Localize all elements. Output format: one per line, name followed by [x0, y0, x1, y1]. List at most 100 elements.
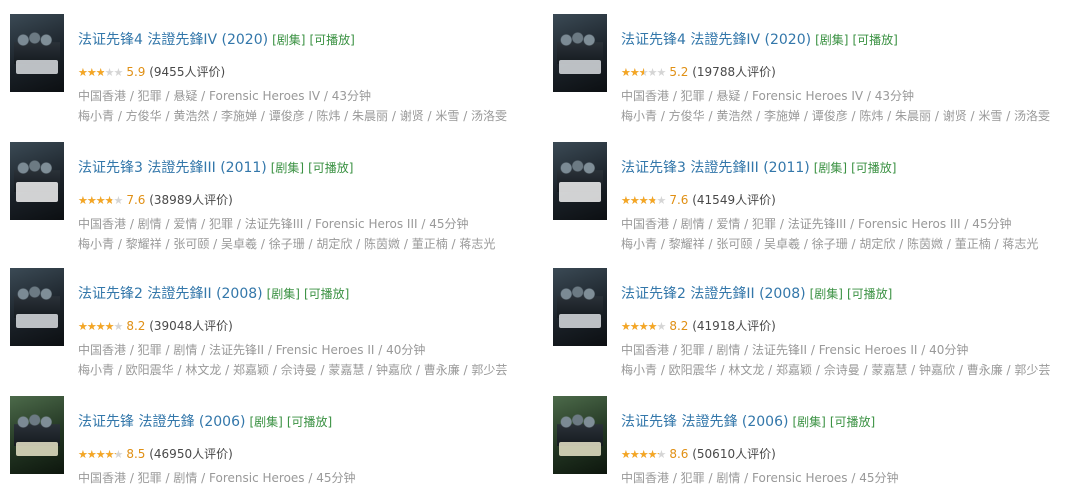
- type-tag[interactable]: [剧集]: [792, 415, 825, 429]
- play-tag[interactable]: [可播放]: [287, 415, 332, 429]
- star-rating-icon: ★★★★★★★★★★: [78, 66, 123, 79]
- poster-thumbnail[interactable]: [10, 396, 64, 474]
- result-meta: 中国香港 / 犯罪 / 剧情 / 法证先锋II / Frensic Heroes…: [621, 343, 969, 357]
- poster-logo: [559, 442, 601, 456]
- result-cast: 梅小青 / 方俊华 / 黄浩然 / 李施婵 / 谭俊彦 / 陈炜 / 朱晨丽 /…: [621, 109, 1051, 123]
- poster-logo: [559, 314, 601, 328]
- result-item: 法证先锋3 法證先鋒III (2011) [剧集] [可播放] ★★★★★★★★★★…: [10, 142, 540, 251]
- rating-row: ★★★★★★★★★★8.6 (50610人评价): [621, 445, 776, 462]
- poster-thumbnail[interactable]: [553, 14, 607, 92]
- poster-thumbnail[interactable]: [10, 142, 64, 220]
- poster-logo: [16, 442, 58, 456]
- type-tag[interactable]: [剧集]: [271, 161, 304, 175]
- rating-score: 5.9: [126, 65, 146, 79]
- poster-thumbnail[interactable]: [10, 14, 64, 92]
- rating-votes: (38989人评价): [149, 193, 233, 207]
- result-meta: 中国香港 / 犯罪 / 剧情 / 法证先锋II / Frensic Heroes…: [78, 343, 426, 357]
- rating-votes: (46950人评价): [149, 447, 233, 461]
- poster-thumbnail[interactable]: [553, 396, 607, 474]
- result-meta: 中国香港 / 剧情 / 爱情 / 犯罪 / 法证先锋III / Forensic…: [621, 217, 1012, 231]
- type-tag[interactable]: [剧集]: [815, 33, 848, 47]
- result-meta: 中国香港 / 犯罪 / 悬疑 / Forensic Heroes IV / 43…: [621, 89, 915, 103]
- play-tag[interactable]: [可播放]: [308, 161, 353, 175]
- poster-art: [557, 24, 603, 64]
- rating-score: 8.2: [126, 319, 146, 333]
- rating-score: 5.2: [669, 65, 689, 79]
- rating-row: ★★★★★★★★★★5.9 (9455人评价): [78, 63, 225, 80]
- poster-logo: [559, 60, 601, 74]
- poster-thumbnail[interactable]: [553, 268, 607, 346]
- type-tag[interactable]: [剧集]: [267, 287, 300, 301]
- result-cast: 梅小青 / 黎耀祥 / 张可颐 / 吴卓羲 / 徐子珊 / 胡定欣 / 陈茵媺 …: [621, 237, 1039, 251]
- title-link[interactable]: 法证先锋2 法證先鋒II (2008): [621, 286, 806, 302]
- result-item: 法证先锋 法證先鋒 (2006) [剧集] [可播放] ★★★★★★★★★★8.5 …: [10, 396, 540, 496]
- result-title: 法证先锋2 法證先鋒II (2008) [剧集] [可播放]: [78, 283, 349, 303]
- rating-votes: (39048人评价): [149, 319, 233, 333]
- rating-row: ★★★★★★★★★★8.2 (41918人评价): [621, 317, 776, 334]
- result-cast: 梅小青 / 欧阳震华 / 林文龙 / 郑嘉颖 / 佘诗曼 / 蒙嘉慧 / 钟嘉欣…: [78, 363, 508, 377]
- rating-row: ★★★★★★★★★★7.6 (41549人评价): [621, 191, 776, 208]
- result-meta: 中国香港 / 剧情 / 爱情 / 犯罪 / 法证先锋III / Forensic…: [78, 217, 469, 231]
- play-tag[interactable]: [可播放]: [847, 287, 892, 301]
- rating-votes: (50610人评价): [692, 447, 776, 461]
- result-cast: 梅小青 / 欧阳震华 / 林文龙 / 郑嘉颖 / 佘诗曼 / 蒙嘉慧 / 钟嘉欣…: [621, 363, 1051, 377]
- play-tag[interactable]: [可播放]: [851, 161, 896, 175]
- poster-thumbnail[interactable]: [10, 268, 64, 346]
- result-item: 法证先锋4 法證先鋒IV (2020) [剧集] [可播放] ★★★★★★★★★★5…: [553, 14, 1080, 123]
- type-tag[interactable]: [剧集]: [249, 415, 282, 429]
- title-link[interactable]: 法证先锋4 法證先鋒IV (2020): [621, 32, 811, 48]
- rating-votes: (41549人评价): [692, 193, 776, 207]
- result-cast: 梅小青 / 方俊华 / 黄浩然 / 李施婵 / 谭俊彦 / 陈炜 / 朱晨丽 /…: [78, 109, 508, 123]
- star-rating-icon: ★★★★★★★★★★: [78, 320, 123, 333]
- play-tag[interactable]: [可播放]: [830, 415, 875, 429]
- poster-logo: [16, 314, 58, 328]
- rating-score: 7.6: [126, 193, 146, 207]
- star-rating-icon: ★★★★★★★★★★: [621, 320, 666, 333]
- result-title: 法证先锋 法證先鋒 (2006) [剧集] [可播放]: [621, 411, 875, 431]
- title-link[interactable]: 法证先锋 法證先鋒 (2006): [78, 414, 245, 430]
- title-link[interactable]: 法证先锋 法證先鋒 (2006): [621, 414, 788, 430]
- result-title: 法证先锋4 法證先鋒IV (2020) [剧集] [可播放]: [78, 29, 355, 49]
- rating-votes: (9455人评价): [149, 65, 226, 79]
- result-item: 法证先锋3 法證先鋒III (2011) [剧集] [可播放] ★★★★★★★★★★…: [553, 142, 1080, 251]
- star-rating-icon: ★★★★★★★★★★: [621, 66, 666, 79]
- rating-row: ★★★★★★★★★★8.2 (39048人评价): [78, 317, 233, 334]
- title-link[interactable]: 法证先锋3 法證先鋒III (2011): [78, 160, 267, 176]
- rating-score: 8.5: [126, 447, 146, 461]
- poster-art: [557, 278, 603, 318]
- result-item: 法证先锋 法證先鋒 (2006) [剧集] [可播放] ★★★★★★★★★★8.6 …: [553, 396, 1080, 496]
- result-cast: 梅小青 / 黎耀祥 / 张可颐 / 吴卓羲 / 徐子珊 / 胡定欣 / 陈茵媺 …: [78, 237, 496, 251]
- poster-logo: [559, 182, 601, 202]
- result-meta: 中国香港 / 犯罪 / 剧情 / Forensic Heroes / 45分钟: [621, 471, 899, 485]
- poster-logo: [16, 182, 58, 202]
- poster-art: [14, 24, 60, 64]
- rating-row: ★★★★★★★★★★8.5 (46950人评价): [78, 445, 233, 462]
- type-tag[interactable]: [剧集]: [272, 33, 305, 47]
- poster-logo: [16, 60, 58, 74]
- result-title: 法证先锋 法證先鋒 (2006) [剧集] [可播放]: [78, 411, 332, 431]
- result-title: 法证先锋3 法證先鋒III (2011) [剧集] [可播放]: [78, 157, 354, 177]
- result-meta: 中国香港 / 犯罪 / 悬疑 / Forensic Heroes IV / 43…: [78, 89, 372, 103]
- type-tag[interactable]: [剧集]: [814, 161, 847, 175]
- play-tag[interactable]: [可播放]: [304, 287, 349, 301]
- result-title: 法证先锋2 法證先鋒II (2008) [剧集] [可播放]: [621, 283, 892, 303]
- title-link[interactable]: 法证先锋3 法證先鋒III (2011): [621, 160, 810, 176]
- rating-score: 7.6: [669, 193, 689, 207]
- star-rating-icon: ★★★★★★★★★★: [621, 194, 666, 207]
- result-meta: 中国香港 / 犯罪 / 剧情 / Forensic Heroes / 45分钟: [78, 471, 356, 485]
- type-tag[interactable]: [剧集]: [810, 287, 843, 301]
- title-link[interactable]: 法证先锋2 法證先鋒II (2008): [78, 286, 263, 302]
- title-link[interactable]: 法证先锋4 法證先鋒IV (2020): [78, 32, 268, 48]
- rating-score: 8.2: [669, 319, 689, 333]
- play-tag[interactable]: [可播放]: [309, 33, 354, 47]
- rating-votes: (19788人评价): [692, 65, 776, 79]
- rating-score: 8.6: [669, 447, 689, 461]
- rating-row: ★★★★★★★★★★5.2 (19788人评价): [621, 63, 776, 80]
- result-item: 法证先锋2 法證先鋒II (2008) [剧集] [可播放] ★★★★★★★★★★8…: [10, 268, 540, 377]
- play-tag[interactable]: [可播放]: [852, 33, 897, 47]
- result-title: 法证先锋3 法證先鋒III (2011) [剧集] [可播放]: [621, 157, 897, 177]
- rating-row: ★★★★★★★★★★7.6 (38989人评价): [78, 191, 233, 208]
- star-rating-icon: ★★★★★★★★★★: [621, 448, 666, 461]
- poster-thumbnail[interactable]: [553, 142, 607, 220]
- result-item: 法证先锋2 法證先鋒II (2008) [剧集] [可播放] ★★★★★★★★★★8…: [553, 268, 1080, 377]
